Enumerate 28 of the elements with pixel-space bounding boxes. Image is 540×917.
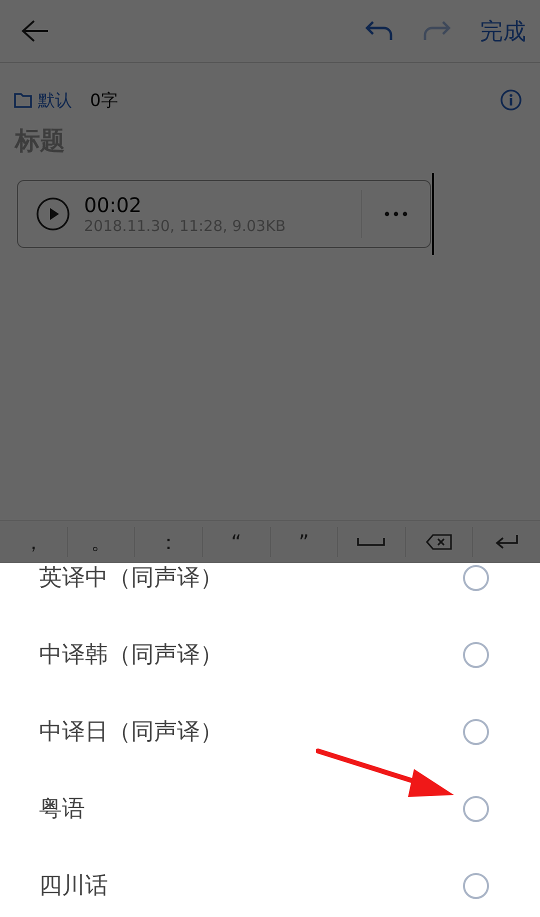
radio-button[interactable] bbox=[463, 718, 489, 744]
punctuation-key[interactable]: ： bbox=[135, 521, 202, 563]
word-count: 0字 bbox=[90, 90, 118, 112]
radio-button[interactable] bbox=[463, 564, 489, 590]
info-icon[interactable] bbox=[500, 89, 522, 111]
option-label[interactable]: 粤语 bbox=[39, 793, 463, 824]
undo-icon[interactable] bbox=[364, 20, 394, 42]
audio-duration: 00:02 bbox=[84, 193, 143, 217]
enter-icon bbox=[494, 534, 519, 550]
radio-button[interactable] bbox=[463, 796, 489, 822]
punctuation-key[interactable]: ， bbox=[0, 521, 67, 563]
done-button[interactable]: 完成 bbox=[480, 16, 526, 46]
punctuation-key[interactable]: “ bbox=[202, 521, 270, 563]
play-icon[interactable] bbox=[36, 197, 70, 231]
space-bar-icon bbox=[357, 537, 386, 547]
option-label[interactable]: 中译日（同声译） bbox=[39, 716, 463, 747]
radio-button[interactable] bbox=[463, 872, 489, 898]
folder-label[interactable]: 默认 bbox=[38, 88, 72, 112]
more-icon[interactable] bbox=[384, 211, 408, 217]
option-label[interactable]: 四川话 bbox=[39, 870, 463, 901]
backspace-icon bbox=[426, 534, 452, 550]
folder-icon bbox=[14, 92, 32, 108]
punctuation-key[interactable]: ” bbox=[270, 521, 338, 563]
back-icon[interactable] bbox=[20, 19, 50, 43]
option-label[interactable]: 英译中（同声译） bbox=[39, 563, 463, 593]
option-label[interactable]: 中译韩（同声译） bbox=[39, 639, 463, 670]
punctuation-key[interactable]: 。 bbox=[68, 521, 134, 563]
radio-button[interactable] bbox=[463, 642, 489, 668]
